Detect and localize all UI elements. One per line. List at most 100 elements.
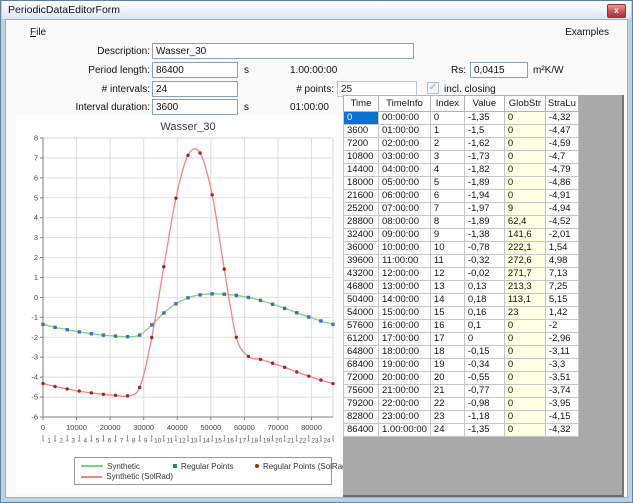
- table-cell[interactable]: 82800: [344, 411, 379, 424]
- table-cell[interactable]: -4,59: [545, 138, 578, 151]
- table-cell[interactable]: 22: [430, 398, 464, 411]
- interval-duration-input[interactable]: [152, 99, 238, 115]
- table-cell[interactable]: 14400: [344, 164, 379, 177]
- table-cell[interactable]: -0,02: [464, 268, 504, 281]
- table-cell[interactable]: 0,1: [464, 320, 504, 333]
- table-cell[interactable]: -2: [545, 320, 578, 333]
- table-cell[interactable]: -0,55: [464, 372, 504, 385]
- table-cell[interactable]: 13: [430, 281, 464, 294]
- table-cell[interactable]: 0: [504, 398, 545, 411]
- table-cell[interactable]: -3,11: [545, 346, 578, 359]
- table-cell[interactable]: 28800: [344, 216, 379, 229]
- titlebar[interactable]: PeriodicDataEditorForm x: [2, 1, 631, 20]
- table-cell[interactable]: 54000: [344, 307, 379, 320]
- table-cell[interactable]: 36000: [344, 242, 379, 255]
- table-cell[interactable]: -0,77: [464, 385, 504, 398]
- table-cell[interactable]: 2: [430, 138, 464, 151]
- table-cell[interactable]: -4,32: [545, 424, 578, 437]
- table-cell[interactable]: 0: [430, 112, 464, 125]
- table-cell[interactable]: 23: [504, 307, 545, 320]
- table-cell[interactable]: 11: [430, 255, 464, 268]
- table-cell[interactable]: 20:00:00: [379, 372, 431, 385]
- column-header[interactable]: TimeInfo: [379, 96, 431, 112]
- table-cell[interactable]: 25200: [344, 203, 379, 216]
- table-cell[interactable]: 23:00:00: [379, 411, 431, 424]
- table-cell[interactable]: -4,86: [545, 177, 578, 190]
- table-cell[interactable]: 64800: [344, 346, 379, 359]
- table-cell[interactable]: 9: [430, 229, 464, 242]
- table-cell[interactable]: -0,98: [464, 398, 504, 411]
- column-header[interactable]: GlobStr: [504, 96, 545, 112]
- column-header[interactable]: StraLu: [545, 96, 578, 112]
- table-cell[interactable]: 213,3: [504, 281, 545, 294]
- table-cell[interactable]: 14:00:00: [379, 294, 431, 307]
- table-cell[interactable]: -4,79: [545, 164, 578, 177]
- table-cell[interactable]: -1,35: [464, 112, 504, 125]
- table-cell[interactable]: 20: [430, 372, 464, 385]
- table-cell[interactable]: -2,96: [545, 333, 578, 346]
- table-cell[interactable]: 0: [504, 151, 545, 164]
- close-icon[interactable]: x: [607, 4, 626, 18]
- table-cell[interactable]: 72000: [344, 372, 379, 385]
- table-cell[interactable]: 0: [504, 112, 545, 125]
- column-header[interactable]: Value: [464, 96, 504, 112]
- table-cell[interactable]: 0: [504, 411, 545, 424]
- table-cell[interactable]: 7200: [344, 138, 379, 151]
- table-cell[interactable]: 0,16: [464, 307, 504, 320]
- table-cell[interactable]: 16:00:00: [379, 320, 431, 333]
- table-cell[interactable]: 09:00:00: [379, 229, 431, 242]
- period-length-input[interactable]: [152, 62, 238, 78]
- table-cell[interactable]: 0: [504, 125, 545, 138]
- column-header[interactable]: Time: [344, 96, 379, 112]
- table-cell[interactable]: 61200: [344, 333, 379, 346]
- table-cell[interactable]: 08:00:00: [379, 216, 431, 229]
- table-cell[interactable]: 0,13: [464, 281, 504, 294]
- table-cell[interactable]: -0,34: [464, 359, 504, 372]
- table-cell[interactable]: 222,1: [504, 242, 545, 255]
- table-cell[interactable]: 43200: [344, 268, 379, 281]
- table-cell[interactable]: 21600: [344, 190, 379, 203]
- table-cell[interactable]: -0,15: [464, 346, 504, 359]
- table-cell[interactable]: 1: [430, 125, 464, 138]
- table-cell[interactable]: 10: [430, 242, 464, 255]
- table-cell[interactable]: 0: [504, 346, 545, 359]
- table-cell[interactable]: 113,1: [504, 294, 545, 307]
- table-cell[interactable]: -4,32: [545, 112, 578, 125]
- table-cell[interactable]: 3: [430, 151, 464, 164]
- table-cell[interactable]: -1,62: [464, 138, 504, 151]
- table-cell[interactable]: 0: [504, 333, 545, 346]
- menu-examples[interactable]: Examples: [561, 26, 613, 39]
- table-cell[interactable]: 10800: [344, 151, 379, 164]
- table-cell[interactable]: -1,73: [464, 151, 504, 164]
- table-cell[interactable]: 68400: [344, 359, 379, 372]
- table-cell[interactable]: 75600: [344, 385, 379, 398]
- table-cell[interactable]: 18000: [344, 177, 379, 190]
- table-cell[interactable]: 7,13: [545, 268, 578, 281]
- table-cell[interactable]: -1,5: [464, 125, 504, 138]
- table-cell[interactable]: 3600: [344, 125, 379, 138]
- table-cell[interactable]: 4: [430, 164, 464, 177]
- table-cell[interactable]: 1.00:00:00: [379, 424, 431, 437]
- table-cell[interactable]: 17: [430, 333, 464, 346]
- table-cell[interactable]: 272,6: [504, 255, 545, 268]
- table-cell[interactable]: 10:00:00: [379, 242, 431, 255]
- table-cell[interactable]: -1,35: [464, 424, 504, 437]
- table-cell[interactable]: 03:00:00: [379, 151, 431, 164]
- table-cell[interactable]: -1,89: [464, 216, 504, 229]
- table-cell[interactable]: -0,78: [464, 242, 504, 255]
- table-cell[interactable]: -1,89: [464, 177, 504, 190]
- table-cell[interactable]: 02:00:00: [379, 138, 431, 151]
- table-cell[interactable]: 0: [464, 333, 504, 346]
- column-header[interactable]: Index: [430, 96, 464, 112]
- intervals-input[interactable]: [152, 81, 238, 97]
- rs-input[interactable]: [470, 62, 528, 78]
- table-cell[interactable]: 11:00:00: [379, 255, 431, 268]
- table-cell[interactable]: 14: [430, 294, 464, 307]
- table-cell[interactable]: 79200: [344, 398, 379, 411]
- table-cell[interactable]: 12: [430, 268, 464, 281]
- table-cell[interactable]: -1,82: [464, 164, 504, 177]
- table-cell[interactable]: 0: [504, 359, 545, 372]
- table-cell[interactable]: 1,54: [545, 242, 578, 255]
- table-cell[interactable]: 141,6: [504, 229, 545, 242]
- table-cell[interactable]: -4,91: [545, 190, 578, 203]
